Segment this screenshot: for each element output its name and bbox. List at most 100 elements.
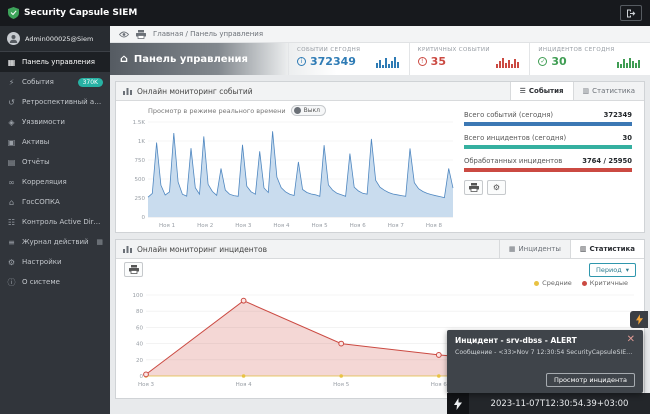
app-logo: Security Capsule SIEM xyxy=(8,7,137,19)
svg-text:100: 100 xyxy=(133,293,144,299)
sidebar-item-events[interactable]: ⚡События370K xyxy=(0,72,110,92)
sidebar-item-label: Ретроспективный анализ xyxy=(22,98,103,106)
sidebar-item-journal[interactable]: ≡Журнал действий▦ xyxy=(0,232,110,252)
sidebar-item-correlation[interactable]: ∞Корреляция xyxy=(0,172,110,192)
top-bar: Security Capsule SIEM xyxy=(0,0,650,26)
printer-icon xyxy=(129,265,139,274)
realtime-label: Просмотр в режиме реального времени xyxy=(148,107,286,115)
events-panel-body: Просмотр в режиме реального времени Выкл… xyxy=(116,101,644,232)
svg-text:Ноя 6: Ноя 6 xyxy=(350,223,367,229)
events-summary-column: Всего событий (сегодня)372349Всего инцид… xyxy=(458,101,644,232)
printer-icon xyxy=(469,183,479,192)
breadcrumb-separator: / xyxy=(185,30,187,38)
sidebar-item-label: Активы xyxy=(22,138,49,146)
events-monitoring-panel: Онлайн мониторинг событий ☰События▥Стати… xyxy=(115,81,645,233)
realtime-row: Просмотр в режиме реального времени Выкл xyxy=(148,105,456,116)
sidebar-item-gossopka[interactable]: ⌂ГосСОПКА xyxy=(0,192,110,212)
dashboard-icon: ▦ xyxy=(7,58,16,67)
summary-bar xyxy=(464,168,632,172)
svg-text:60: 60 xyxy=(136,325,143,331)
users-icon: ☷ xyxy=(7,218,16,227)
stat-sparkline xyxy=(496,56,521,68)
breadcrumb-home[interactable]: Главная xyxy=(153,30,183,38)
realtime-toggle[interactable]: Выкл xyxy=(291,105,326,116)
watch-button[interactable] xyxy=(119,31,129,38)
page-title: Панель управления xyxy=(134,54,248,65)
sidebar-item-label: Панель управления xyxy=(22,58,95,66)
grid-icon: ▦ xyxy=(96,238,103,246)
summary-value: 30 xyxy=(623,134,632,142)
events-tab-2[interactable]: ▥Статистика xyxy=(573,82,645,100)
svg-text:250: 250 xyxy=(135,196,146,202)
alerts-button[interactable] xyxy=(447,393,469,414)
breadcrumb-current: Панель управления xyxy=(190,30,263,38)
sidebar-item-ad[interactable]: ☷Контроль Active Directory xyxy=(0,212,110,232)
alert-flyout-button[interactable] xyxy=(630,311,648,328)
summary-value: 3764 / 25950 xyxy=(582,157,632,165)
svg-text:Ноя 4: Ноя 4 xyxy=(273,223,290,229)
sidebar-item-vuln[interactable]: ◈ Уязвимости xyxy=(0,112,110,132)
view-incident-button[interactable]: Просмотр инцидента xyxy=(546,373,635,387)
building-icon: ⌂ xyxy=(7,198,16,207)
info-icon: ⓘ xyxy=(7,277,16,288)
status-timestamp: 2023-11-07T12:30:54.39+03:00 xyxy=(469,399,650,409)
stat-label: ИНЦИДЕНТОВ СЕГОДНЯ xyxy=(538,47,642,53)
sidebar-item-dashboard[interactable]: ▦ Панель управления xyxy=(0,52,110,72)
sidebar-menu: ▦ Панель управления ⚡События370K↺Ретроспек… xyxy=(0,52,110,292)
sidebar-item-label: Уязвимости xyxy=(22,118,65,126)
events-today-icon: i xyxy=(297,57,306,66)
legend-label: Критичные xyxy=(590,279,628,287)
svg-text:Ноя 3: Ноя 3 xyxy=(235,223,252,229)
sidebar-item-assets[interactable]: ▣Активы xyxy=(0,132,110,152)
tab-label: Статистика xyxy=(590,245,635,253)
svg-text:20: 20 xyxy=(136,358,143,364)
incidents-tab-1[interactable]: ▦Инциденты xyxy=(499,240,570,258)
correlation-icon: ∞ xyxy=(7,178,16,187)
svg-text:Ноя 1: Ноя 1 xyxy=(159,223,175,229)
events-panel-title: Онлайн мониторинг событий xyxy=(137,87,253,96)
svg-text:Ноя 6: Ноя 6 xyxy=(431,382,448,388)
user-profile[interactable]: Admin000025@Siem xyxy=(0,26,110,52)
page-header: ⌂ Панель управления СОБЫТИЙ СЕГОДНЯi3723… xyxy=(110,43,650,75)
sidebar-item-about[interactable]: ⓘО системе xyxy=(0,272,110,292)
stats-icon: ▥ xyxy=(583,87,590,95)
toast-header: Инцидент - srv-dbss - ALERT ✕ xyxy=(455,336,635,345)
stat-critical-events: КРИТИЧНЫХ СОБЫТИЙ!35 xyxy=(409,43,530,75)
report-icon: ▤ xyxy=(7,158,16,167)
close-icon[interactable]: ✕ xyxy=(627,336,635,344)
sidebar-item-settings[interactable]: ⚙Настройки xyxy=(0,252,110,272)
summary-row: Обработанных инцидентов3764 / 25950 xyxy=(464,157,632,172)
stat-value: 372349 xyxy=(310,55,356,68)
legend-item-2[interactable]: Критичные xyxy=(582,279,628,287)
chevron-down-icon: ▾ xyxy=(626,266,629,274)
logout-button[interactable] xyxy=(620,5,642,21)
printer-icon xyxy=(136,30,146,39)
events-icon: ⚡ xyxy=(7,78,16,87)
settings-button[interactable]: ⚙ xyxy=(487,180,506,195)
sidebar-item-reports[interactable]: ▤Отчёты xyxy=(0,152,110,172)
legend-item-1[interactable]: Средние xyxy=(534,279,572,287)
incidents-tab-2[interactable]: ▥Статистика xyxy=(570,240,644,258)
summary-bar xyxy=(464,145,632,149)
svg-text:40: 40 xyxy=(136,342,143,348)
stat-value: 30 xyxy=(551,55,566,68)
svg-text:Ноя 7: Ноя 7 xyxy=(388,223,405,229)
svg-text:80: 80 xyxy=(136,309,143,315)
svg-text:Ноя 5: Ноя 5 xyxy=(312,223,329,229)
incidents-panel-header: Онлайн мониторинг инцидентов ▦Инциденты▥… xyxy=(116,240,644,259)
stat-label: СОБЫТИЙ СЕГОДНЯ xyxy=(297,47,401,53)
print-page-button[interactable] xyxy=(136,30,146,39)
print-button[interactable] xyxy=(124,262,143,277)
tab-label: Инциденты xyxy=(518,245,560,253)
events-tab-1[interactable]: ☰События xyxy=(510,82,573,100)
print-button[interactable] xyxy=(464,180,483,195)
summary-row: Всего событий (сегодня)372349 xyxy=(464,111,632,126)
period-button[interactable]: Период ▾ xyxy=(589,263,636,277)
bar-chart-icon xyxy=(123,245,132,253)
toggle-label: Выкл xyxy=(304,107,320,114)
events-panel-title-block: Онлайн мониторинг событий xyxy=(123,87,253,96)
events-line-chart: 02505007501K1.5KНоя 1Ноя 2Ноя 3Ноя 4Ноя … xyxy=(122,116,458,230)
eye-icon xyxy=(119,31,129,38)
shield-icon: ◈ xyxy=(7,118,16,127)
sidebar-item-retro[interactable]: ↺Ретроспективный анализ xyxy=(0,92,110,112)
